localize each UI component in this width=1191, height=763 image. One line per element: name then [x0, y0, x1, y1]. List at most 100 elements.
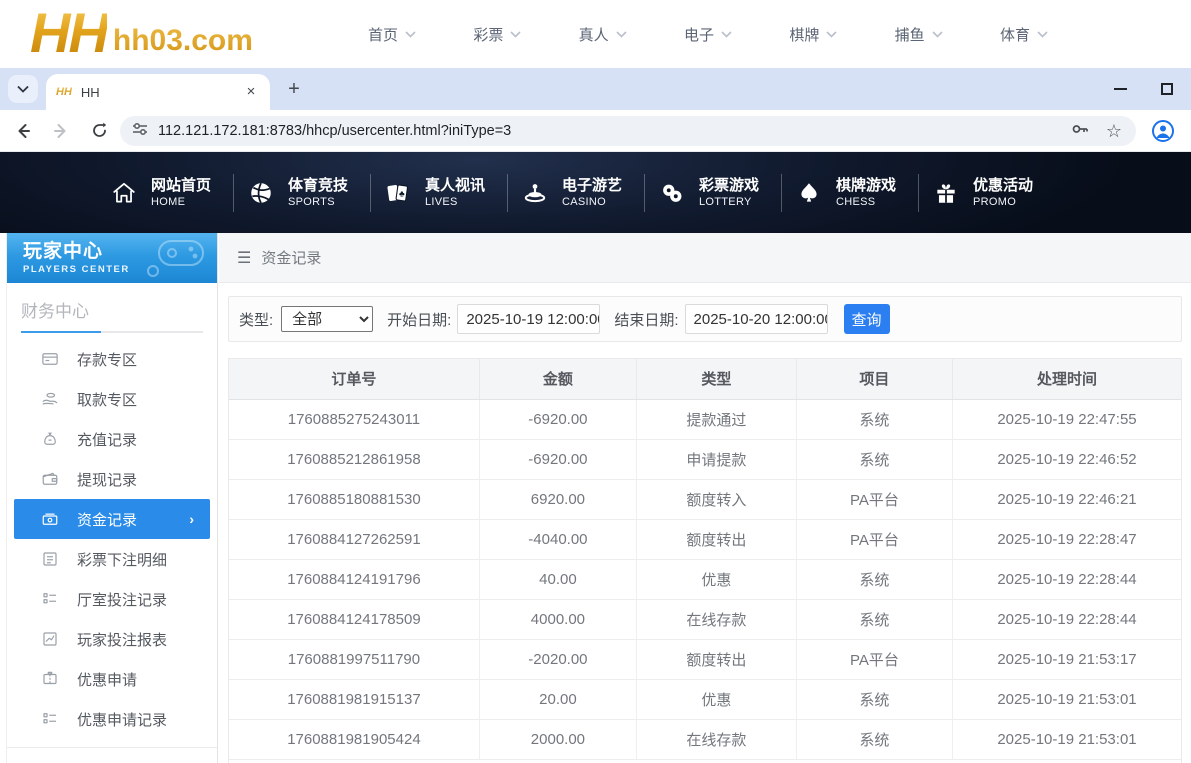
game-nav-item[interactable]: 电子游艺 CASINO — [507, 170, 644, 216]
cell-order-id: 1760884127262591 — [229, 519, 479, 559]
end-date-input[interactable] — [685, 304, 828, 334]
new-tab-button[interactable]: + — [282, 78, 306, 102]
window-maximize-button[interactable] — [1161, 83, 1173, 95]
sidebar-item-label: 取款专区 — [77, 389, 137, 410]
sidebar-item[interactable]: 存款专区 › — [7, 339, 217, 379]
table-row[interactable]: 1760885275243011 -6920.00 提款通过 系统 2025-1… — [229, 399, 1181, 439]
table-row[interactable]: 1760884124191796 40.00 优惠 系统 2025-10-19 … — [229, 559, 1181, 599]
page-body: 玩家中心 PLAYERS CENTER 财务中心 存款专区 › — [0, 233, 1191, 763]
top-nav-item[interactable]: 彩票 — [473, 24, 521, 45]
cell-project: PA平台 — [796, 519, 952, 559]
top-nav-item[interactable]: 真人 — [579, 24, 627, 45]
cell-datetime: 2025-10-19 22:46:21 — [953, 479, 1182, 519]
cell-datetime: 2025-10-19 22:46:52 — [953, 439, 1182, 479]
content: ☰ 资金记录 类型: 全部 开始日期: 结束日期: 查询 — [219, 233, 1191, 763]
game-nav-item[interactable]: 彩票游戏 LOTTERY — [644, 170, 781, 216]
browser-profile-avatar[interactable] — [1151, 119, 1175, 148]
cell-order-id: 1760881981905424 — [229, 719, 479, 759]
top-nav-item[interactable]: 棋牌 — [789, 24, 837, 45]
table-row[interactable]: 1760881997511790 -2020.00 额度转出 PA平台 2025… — [229, 639, 1181, 679]
type-select[interactable]: 全部 — [281, 306, 373, 332]
query-button[interactable]: 查询 — [844, 304, 890, 334]
start-date-label: 开始日期: — [387, 309, 451, 330]
sidebar-item[interactable]: 厅室投注记录 › — [7, 579, 217, 619]
password-key-icon[interactable] — [1070, 119, 1090, 144]
sidebar-item[interactable]: 取款专区 › — [7, 379, 217, 419]
sidebar-item[interactable]: 充值记录 › — [7, 419, 217, 459]
back-button[interactable] — [8, 116, 38, 146]
table-row[interactable]: 1760884124178509 4000.00 在线存款 系统 2025-10… — [229, 599, 1181, 639]
tab-favicon: HH — [56, 86, 72, 98]
cell-amount: -6920.00 — [479, 439, 636, 479]
start-date-input[interactable] — [457, 304, 600, 334]
personal-section: 个人中心 — [7, 747, 217, 763]
chevron-down-icon — [510, 31, 521, 38]
site-header: HH hh03.com 首页 彩票 真人 — [0, 0, 1191, 68]
game-nav-title: 真人视讯 — [425, 176, 485, 195]
sidebar-item-label: 存款专区 — [77, 349, 137, 370]
sidebar-item[interactable]: 优惠申请记录 › — [7, 699, 217, 739]
chevron-right-icon: › — [189, 511, 194, 527]
home-icon — [110, 179, 138, 207]
tab-close-icon[interactable]: × — [242, 83, 260, 101]
game-nav-subtitle: LIVES — [425, 195, 485, 209]
game-nav-title: 棋牌游戏 — [836, 176, 896, 195]
game-nav-item[interactable]: ♣ 真人视讯 LIVES — [370, 170, 507, 216]
top-nav-item[interactable]: 体育 — [1000, 24, 1048, 45]
table-row[interactable]: 1760881981905424 2000.00 在线存款 系统 2025-10… — [229, 719, 1181, 759]
sidebar-item-label: 玩家投注报表 — [77, 629, 167, 650]
forward-button[interactable] — [46, 116, 76, 146]
top-nav-item[interactable]: 电子 — [684, 24, 732, 45]
sidebar-item-label: 充值记录 — [77, 429, 137, 450]
spade-icon — [795, 179, 823, 207]
game-nav-title: 彩票游戏 — [699, 176, 759, 195]
top-nav-item[interactable]: 捕鱼 — [895, 24, 943, 45]
window-minimize-button[interactable] — [1114, 88, 1127, 90]
table-row[interactable]: 1760885212861958 -6920.00 申请提款 系统 2025-1… — [229, 439, 1181, 479]
url-text[interactable]: 112.121.172.181:8783/hhcp/usercenter.htm… — [158, 123, 1070, 139]
sidebar-item[interactable]: 彩票下注明细 › — [7, 539, 217, 579]
address-bar[interactable]: 112.121.172.181:8783/hhcp/usercenter.htm… — [120, 116, 1136, 146]
cell-datetime: 2025-10-19 21:53:01 — [953, 679, 1182, 719]
game-nav-item[interactable]: 棋牌游戏 CHESS — [781, 170, 918, 216]
table-row[interactable]: 1760884127262591 -4040.00 额度转出 PA平台 2025… — [229, 519, 1181, 559]
top-nav-item[interactable]: 首页 — [368, 24, 416, 45]
sidebar-item-label: 资金记录 — [77, 509, 137, 530]
table-row[interactable]: 1760885180881530 6920.00 额度转入 PA平台 2025-… — [229, 479, 1181, 519]
chevron-down-icon — [1037, 31, 1048, 38]
omnibox-actions: ☆ — [1070, 119, 1122, 144]
reload-button[interactable] — [84, 116, 114, 146]
site-logo[interactable]: HH hh03.com — [30, 2, 253, 64]
chevron-down-icon — [405, 31, 416, 38]
svg-text:♣: ♣ — [399, 188, 405, 198]
gamepad-decoration-icon — [145, 235, 209, 283]
tab-search-button[interactable] — [8, 75, 38, 103]
finance-section: 财务中心 — [7, 283, 217, 333]
game-nav-item[interactable]: 体育竞技 SPORTS — [233, 170, 370, 216]
browser-tab[interactable]: HH HH × — [46, 74, 270, 110]
game-nav-subtitle: CASINO — [562, 195, 622, 209]
browser-tabstrip: HH HH × + — [0, 68, 1191, 110]
lottery-balls-icon — [658, 179, 686, 207]
sidebar-item-label: 彩票下注明细 — [77, 549, 167, 570]
cell-order-id: 1760885212861958 — [229, 439, 479, 479]
bookmark-star-icon[interactable]: ☆ — [1106, 122, 1122, 140]
cell-order-id: 1760884124178509 — [229, 599, 479, 639]
site-info-icon[interactable] — [132, 121, 148, 142]
sidebar-item[interactable]: 资金记录 › — [14, 499, 210, 539]
sidebar-item[interactable]: 优惠申请 › — [7, 659, 217, 699]
room-bet-icon — [41, 590, 59, 608]
menu-hamburger-icon[interactable]: ☰ — [237, 248, 251, 268]
sidebar-item[interactable]: 玩家投注报表 › — [7, 619, 217, 659]
cell-amount: -2020.00 — [479, 639, 636, 679]
cell-datetime: 2025-10-19 22:28:47 — [953, 519, 1182, 559]
table-row[interactable]: 1760881981915137 20.00 优惠 系统 2025-10-19 … — [229, 679, 1181, 719]
game-nav-item[interactable]: 优惠活动 PROMO — [918, 170, 1055, 216]
top-nav-label: 真人 — [579, 24, 609, 45]
cell-project: 系统 — [796, 559, 952, 599]
game-nav-item[interactable]: 网站首页 HOME — [96, 170, 233, 216]
logo-hh-text: HH — [30, 2, 107, 64]
sidebar-item[interactable]: 提现记录 › — [7, 459, 217, 499]
chevron-down-icon — [826, 31, 837, 38]
sidebar-item-label: 优惠申请 — [77, 669, 137, 690]
